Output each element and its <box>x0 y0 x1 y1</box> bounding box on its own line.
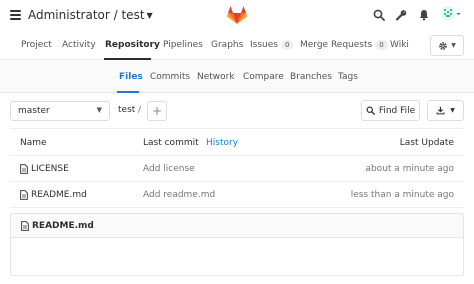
file-link[interactable]: LICENSE <box>20 164 69 174</box>
subnav-network[interactable]: Network <box>197 72 235 82</box>
last-update: about a minute ago <box>365 164 454 174</box>
file-text-icon <box>20 190 28 200</box>
readme-title-text: README.md <box>32 221 94 231</box>
avatar[interactable] <box>441 6 461 24</box>
search-icon[interactable] <box>372 8 386 22</box>
header-name: Name <box>20 138 47 148</box>
commit-message[interactable]: Add license <box>143 164 195 174</box>
header-last-commit: Last commit <box>143 138 199 148</box>
header-last-update: Last Update <box>399 138 454 148</box>
nav-merge-requests[interactable]: Merge Requests 0 <box>300 40 388 50</box>
project-nav: Project Activity Repository Pipelines Gr… <box>0 32 474 60</box>
commit-message[interactable]: Add readme.md <box>143 190 215 200</box>
active-subnav-indicator <box>117 91 139 93</box>
file-name: README.md <box>31 190 87 200</box>
subnav-commits[interactable]: Commits <box>150 72 190 82</box>
path-project-link[interactable]: test <box>118 105 135 115</box>
caret-down-icon: ▼ <box>96 106 102 114</box>
last-update: less than a minute ago <box>350 190 454 200</box>
nav-repository[interactable]: Repository <box>105 40 160 50</box>
plus-icon: + <box>151 104 163 118</box>
nav-pipelines[interactable]: Pipelines <box>163 40 203 50</box>
menu-icon[interactable] <box>10 10 21 20</box>
issues-count-badge: 0 <box>280 40 294 50</box>
readme-header: README.md <box>11 214 463 238</box>
merge-requests-count-badge: 0 <box>375 40 388 50</box>
find-file-label: Find File <box>378 105 416 116</box>
readme-title: README.md <box>21 221 94 231</box>
nav-issues-label: Issues <box>250 40 278 50</box>
wrench-icon[interactable] <box>394 8 408 22</box>
nav-project[interactable]: Project <box>21 40 52 50</box>
search-icon <box>366 106 375 115</box>
chevron-down-icon: ▼ <box>146 11 153 20</box>
file-text-icon <box>20 164 28 174</box>
add-file-button[interactable]: + <box>147 101 167 121</box>
table-row[interactable]: LICENSE Add license about a minute ago <box>10 156 464 182</box>
branch-select[interactable]: master ▼ <box>10 101 110 121</box>
caret-down-icon: ▼ <box>451 42 456 49</box>
project-title: Administrator / test <box>28 8 145 22</box>
gear-icon <box>439 41 448 50</box>
download-dropdown-button[interactable]: ▼ <box>427 100 464 121</box>
path-separator: / <box>138 105 142 115</box>
subnav-tags[interactable]: Tags <box>338 72 358 82</box>
file-tree-table: Name Last commit History Last Update LIC… <box>10 128 464 208</box>
file-name: LICENSE <box>31 164 69 174</box>
bell-icon[interactable] <box>417 8 431 22</box>
history-link[interactable]: History <box>206 138 238 148</box>
subnav-branches[interactable]: Branches <box>290 72 332 82</box>
table-header: Name Last commit History Last Update <box>10 129 464 156</box>
file-text-icon <box>21 221 29 231</box>
nav-activity[interactable]: Activity <box>62 40 96 50</box>
find-file-button[interactable]: Find File <box>361 100 420 121</box>
subnav-compare[interactable]: Compare <box>243 72 284 82</box>
gitlab-logo[interactable] <box>225 3 249 27</box>
download-icon <box>436 106 445 115</box>
file-link[interactable]: README.md <box>20 190 87 200</box>
settings-dropdown-button[interactable]: ▼ <box>430 35 464 56</box>
top-header: Administrator / test ▼ <box>0 0 474 32</box>
nav-merge-requests-label: Merge Requests <box>300 40 373 50</box>
repository-subnav: Files Commits Network Compare Branches T… <box>0 61 474 93</box>
active-tab-indicator <box>104 58 151 60</box>
readme-panel: README.md <box>10 213 464 276</box>
nav-wiki[interactable]: Wiki <box>390 40 409 50</box>
nav-graphs[interactable]: Graphs <box>211 40 243 50</box>
caret-down-icon: ▼ <box>450 107 455 114</box>
subnav-files[interactable]: Files <box>119 72 143 82</box>
nav-issues[interactable]: Issues 0 <box>250 40 294 50</box>
table-row[interactable]: README.md Add readme.md less than a minu… <box>10 182 464 208</box>
branch-name: master <box>18 106 50 116</box>
project-title-dropdown[interactable]: Administrator / test ▼ <box>28 8 153 22</box>
